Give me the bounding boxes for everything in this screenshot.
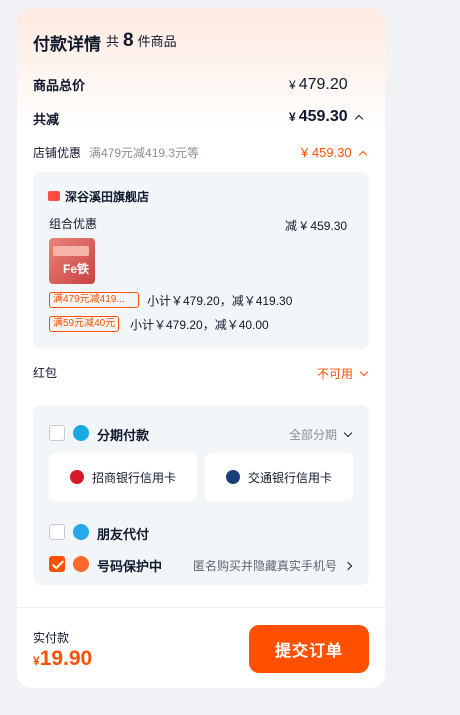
item-count-suffix: 件商品 — [137, 34, 177, 49]
number-protect-info[interactable]: 匿名购买并隐藏真实手机号 — [193, 557, 353, 574]
number-protect-checkbox[interactable] — [49, 556, 65, 572]
installment-label: 分期付款 — [97, 428, 150, 443]
footer-divider — [17, 607, 385, 608]
bank-option-cmb[interactable]: 招商银行信用卡 — [49, 453, 197, 501]
total-price-value: 479.20 — [298, 76, 348, 93]
red-packet-select[interactable]: 不可用 — [317, 365, 369, 382]
total-price-label: 商品总价 — [33, 78, 86, 93]
paid-amount: ¥19.90 — [33, 647, 92, 671]
shop-discount-toggle[interactable]: ¥ 459.30 — [301, 145, 367, 160]
item-count-prefix: 共 — [106, 34, 120, 49]
item-count: 共 8 件商品 — [106, 30, 177, 52]
shop-discount-label: 店铺优惠 — [33, 146, 82, 160]
chevron-down-icon — [359, 367, 369, 377]
bank-name: 交通银行信用卡 — [247, 470, 332, 485]
page-title: 付款详情 — [33, 35, 101, 54]
paid-amount-currency: ¥ — [33, 654, 40, 668]
product-thumbnail[interactable]: Fe铁 — [49, 238, 95, 284]
friend-pay-icon — [73, 524, 89, 540]
shield-icon — [73, 556, 89, 572]
total-price: ¥479.20 — [289, 76, 348, 94]
bocom-bank-logo-icon — [225, 470, 240, 484]
installment-checkbox[interactable] — [49, 425, 65, 441]
chevron-down-icon — [343, 428, 353, 438]
shop-discount-value: 459.30 — [311, 145, 352, 160]
combo-discount-prefix: 减 — [285, 219, 298, 233]
number-protect-desc: 匿名购买并隐藏真实手机号 — [193, 559, 338, 573]
all-installments-toggle[interactable]: 全部分期 — [289, 426, 353, 443]
paid-amount-value: 19.90 — [39, 647, 93, 670]
cmb-bank-logo-icon — [69, 470, 84, 484]
bank-option-bocom[interactable]: 交通银行信用卡 — [205, 453, 353, 501]
installment-icon — [73, 425, 89, 441]
submit-order-button[interactable]: 提交订单 — [249, 625, 369, 673]
promo-tag: 满479元减419... — [49, 292, 139, 308]
combo-discount-value: 459.30 — [310, 219, 348, 233]
total-discount-value: 459.30 — [298, 108, 348, 125]
red-packet-status: 不可用 — [317, 367, 354, 381]
combo-discount-currency: ¥ — [300, 219, 308, 233]
item-count-value: 8 — [123, 30, 134, 51]
friend-pay-label: 朋友代付 — [97, 527, 150, 542]
store-name: 深谷溪田旗舰店 — [65, 190, 150, 204]
payment-options-box: 分期付款 全部分期 招商银行信用卡 交通银行信用卡 朋友代付 号码保护中 匿名购… — [33, 405, 369, 585]
promo-subtotal: 小计￥479.20，减￥40.00 — [130, 318, 269, 332]
total-discount-currency: ¥ — [289, 110, 296, 124]
friend-pay-checkbox[interactable] — [49, 524, 65, 540]
chevron-right-icon — [343, 561, 353, 570]
store-discount-box: 深谷溪田旗舰店 组合优惠 减 ¥ 459.30 Fe铁 满479元减419...… — [33, 172, 369, 349]
promo-tag: 满59元减40元 — [49, 316, 120, 332]
chevron-up-icon — [358, 150, 367, 159]
shop-discount-rule: 满479元减419.3元等 — [89, 146, 200, 160]
total-discount-toggle[interactable]: ¥459.30 — [289, 108, 363, 126]
shop-discount-currency: ¥ — [301, 145, 309, 160]
combo-discount-amount: 减 ¥ 459.30 — [285, 217, 347, 234]
payment-details-panel: 付款详情 共 8 件商品 商品总价 ¥479.20 共减 ¥459.30 店铺优… — [17, 8, 385, 688]
number-protect-label: 号码保护中 — [97, 559, 163, 574]
paid-amount-label: 实付款 — [33, 631, 70, 645]
all-installments-label: 全部分期 — [289, 428, 338, 442]
store-icon — [48, 191, 60, 201]
product-badge: Fe铁 — [63, 262, 90, 276]
bank-name: 招商银行信用卡 — [91, 470, 176, 485]
total-price-currency: ¥ — [289, 78, 296, 92]
total-discount-label: 共减 — [33, 112, 60, 127]
combo-discount-label: 组合优惠 — [49, 217, 98, 231]
product-label-strip — [53, 246, 89, 256]
promo-subtotal: 小计￥479.20，减￥419.30 — [147, 294, 293, 308]
red-packet-label: 红包 — [33, 366, 58, 380]
chevron-up-icon — [354, 114, 363, 124]
